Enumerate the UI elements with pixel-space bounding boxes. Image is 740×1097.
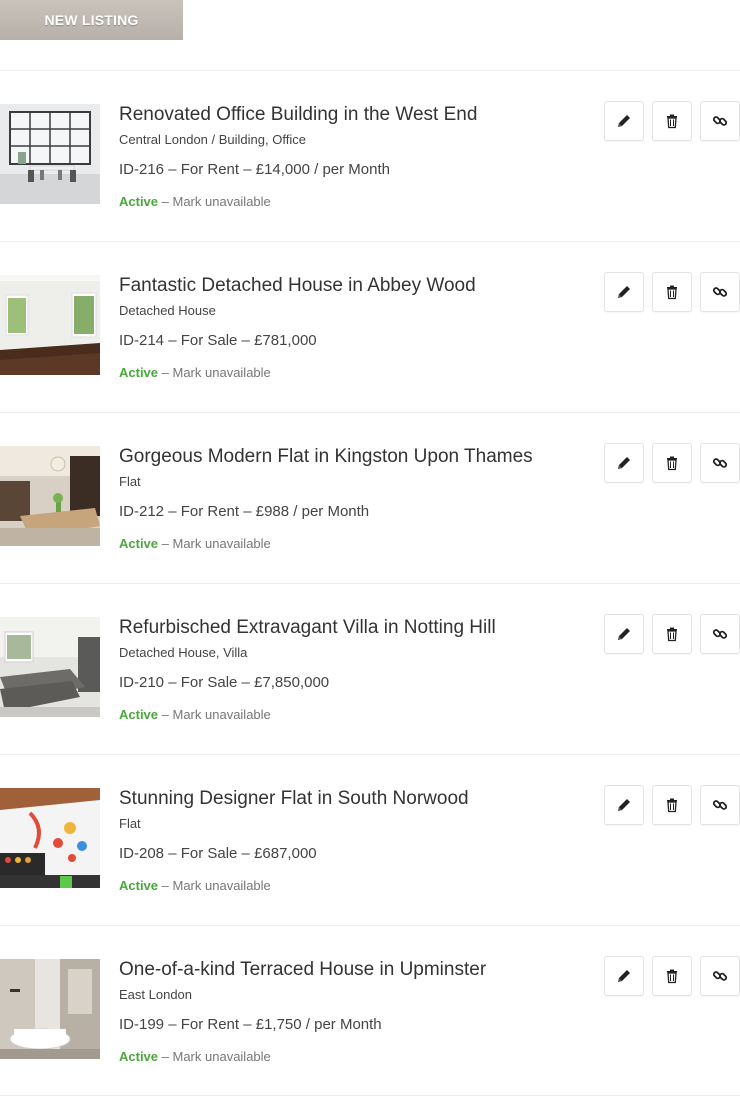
status-separator: – (158, 365, 173, 380)
listing-status-line: Active – Mark unavailable (119, 365, 271, 380)
status-active: Active (119, 878, 159, 893)
status-active: Active (119, 194, 159, 209)
link-button[interactable] (700, 443, 740, 483)
status-active: Active (119, 1049, 159, 1064)
listing-status-line: Active – Mark unavailable (119, 707, 271, 722)
listing-thumbnail[interactable] (0, 446, 100, 546)
edit-button[interactable] (604, 443, 644, 483)
listing-row: Stunning Designer Flat in South Norwood … (0, 754, 740, 925)
listing-title[interactable]: Stunning Designer Flat in South Norwood (119, 788, 469, 810)
mark-unavailable-link[interactable]: Mark unavailable (173, 707, 271, 722)
delete-button[interactable] (652, 101, 692, 141)
edit-button[interactable] (604, 956, 644, 996)
new-listing-button[interactable]: NEW LISTING (0, 0, 183, 40)
listing-actions (604, 443, 740, 483)
link-button[interactable] (700, 272, 740, 312)
link-icon (712, 800, 728, 810)
status-separator: – (158, 1049, 173, 1064)
delete-button[interactable] (652, 614, 692, 654)
mark-unavailable-link[interactable]: Mark unavailable (173, 536, 271, 551)
listing-actions (604, 272, 740, 312)
listing-actions (604, 101, 740, 141)
listing-status-line: Active – Mark unavailable (119, 536, 271, 551)
listing-thumbnail[interactable] (0, 275, 100, 375)
pencil-icon (618, 628, 630, 640)
listing-actions (604, 956, 740, 996)
status-separator: – (158, 194, 173, 209)
mark-unavailable-link[interactable]: Mark unavailable (173, 1049, 271, 1064)
status-active: Active (119, 365, 159, 380)
link-icon (712, 116, 728, 126)
trash-icon (667, 114, 677, 129)
edit-button[interactable] (604, 614, 644, 654)
listing-meta: ID-216 – For Rent – £14,000 / per Month (119, 161, 390, 178)
trash-icon (667, 285, 677, 300)
listing-status-line: Active – Mark unavailable (119, 878, 271, 893)
trash-icon (667, 969, 677, 984)
link-button[interactable] (700, 956, 740, 996)
link-icon (712, 971, 728, 981)
delete-button[interactable] (652, 956, 692, 996)
new-listing-label: NEW LISTING (44, 12, 139, 28)
trash-icon (667, 456, 677, 471)
pencil-icon (618, 799, 630, 811)
listing-row: One-of-a-kind Terraced House in Upminste… (0, 925, 740, 1096)
listing-status-line: Active – Mark unavailable (119, 1049, 271, 1064)
listing-row: Gorgeous Modern Flat in Kingston Upon Th… (0, 412, 740, 583)
pencil-icon (618, 457, 630, 469)
listing-thumbnail[interactable] (0, 788, 100, 888)
trash-icon (667, 627, 677, 642)
delete-button[interactable] (652, 443, 692, 483)
listing-type: Detached House, Villa (119, 645, 248, 660)
listing-status-line: Active – Mark unavailable (119, 194, 271, 209)
listing-title[interactable]: Refurbisched Extravagant Villa in Nottin… (119, 617, 496, 639)
pencil-icon (618, 286, 630, 298)
listing-title[interactable]: Fantastic Detached House in Abbey Wood (119, 275, 476, 297)
listing-type: Central London / Building, Office (119, 132, 306, 147)
listing-row: Renovated Office Building in the West En… (0, 70, 740, 241)
listing-thumbnail[interactable] (0, 617, 100, 717)
listing-actions (604, 614, 740, 654)
link-button[interactable] (700, 614, 740, 654)
edit-button[interactable] (604, 785, 644, 825)
listing-list: Renovated Office Building in the West En… (0, 70, 740, 1096)
listing-type: Flat (119, 816, 141, 831)
listing-type: Flat (119, 474, 141, 489)
edit-button[interactable] (604, 101, 644, 141)
link-icon (712, 629, 728, 639)
link-icon (712, 287, 728, 297)
listing-meta: ID-208 – For Sale – £687,000 (119, 845, 317, 862)
status-active: Active (119, 707, 159, 722)
status-separator: – (158, 878, 173, 893)
pencil-icon (618, 115, 630, 127)
edit-button[interactable] (604, 272, 644, 312)
listing-title[interactable]: Renovated Office Building in the West En… (119, 104, 477, 126)
status-separator: – (158, 536, 173, 551)
listing-meta: ID-214 – For Sale – £781,000 (119, 332, 317, 349)
mark-unavailable-link[interactable]: Mark unavailable (173, 365, 271, 380)
status-active: Active (119, 536, 159, 551)
listing-row: Fantastic Detached House in Abbey Wood D… (0, 241, 740, 412)
delete-button[interactable] (652, 785, 692, 825)
listing-meta: ID-199 – For Rent – £1,750 / per Month (119, 1016, 382, 1033)
listing-actions (604, 785, 740, 825)
link-icon (712, 458, 728, 468)
trash-icon (667, 798, 677, 813)
mark-unavailable-link[interactable]: Mark unavailable (173, 878, 271, 893)
listing-meta: ID-212 – For Rent – £988 / per Month (119, 503, 370, 520)
listing-title[interactable]: Gorgeous Modern Flat in Kingston Upon Th… (119, 446, 533, 468)
pencil-icon (618, 970, 630, 982)
listing-type: East London (119, 987, 193, 1002)
listing-thumbnail[interactable] (0, 959, 100, 1059)
listing-row: Refurbisched Extravagant Villa in Nottin… (0, 583, 740, 754)
status-separator: – (158, 707, 173, 722)
link-button[interactable] (700, 785, 740, 825)
listing-thumbnail[interactable] (0, 104, 100, 204)
listing-title[interactable]: One-of-a-kind Terraced House in Upminste… (119, 959, 486, 981)
delete-button[interactable] (652, 272, 692, 312)
mark-unavailable-link[interactable]: Mark unavailable (173, 194, 271, 209)
listing-meta: ID-210 – For Sale – £7,850,000 (119, 674, 330, 691)
link-button[interactable] (700, 101, 740, 141)
listing-type: Detached House (119, 303, 216, 318)
